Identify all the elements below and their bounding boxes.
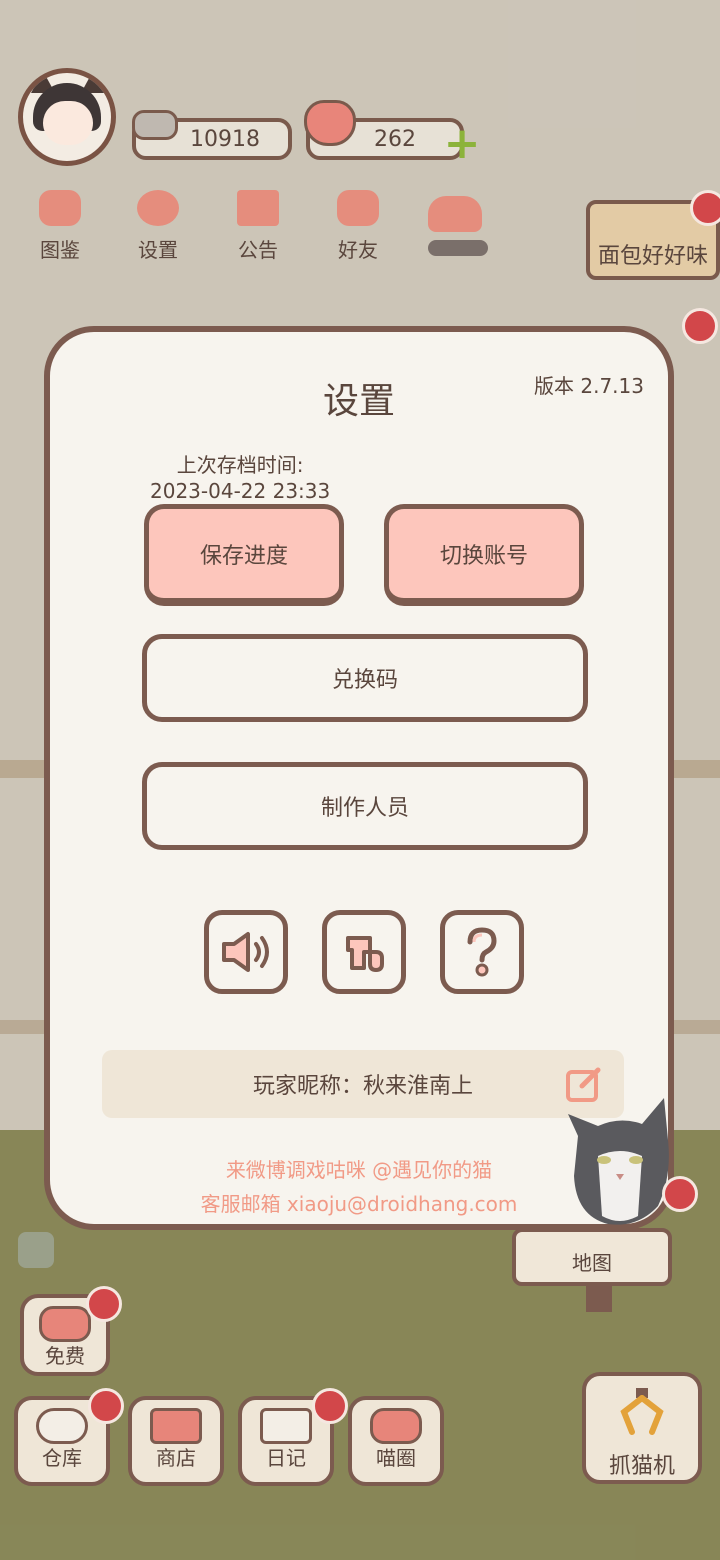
switch-account-label: 切换账号 [439,543,528,569]
hearts-icon[interactable] [428,196,482,232]
credits-button[interactable]: 制作人员 [142,762,588,850]
notification-dot [682,308,718,344]
cloud-icon[interactable] [18,1232,54,1268]
gear-icon [137,190,179,226]
version-label: 版本 2.7.13 [534,374,644,398]
storage-icon [36,1408,88,1444]
switch-account-button[interactable]: 切换账号 [384,504,584,606]
music-icon [346,936,384,972]
notification-dot [312,1388,348,1424]
nickname-text: 玩家昵称：秋来淮南上 [252,1074,473,1099]
friends-icon [337,190,379,226]
help-icon [467,927,497,977]
cat-planet-icon [370,1408,422,1444]
menu-label: 公告 [238,238,278,262]
claw-icon [620,1388,664,1435]
menu-friends[interactable]: 好友 [318,190,398,263]
plus-icon[interactable]: + [442,122,482,166]
menu-label: 设置 [138,238,178,262]
diary-label: 日记 [266,1446,306,1470]
collapsed-bar[interactable] [428,240,488,256]
shop-label: 商店 [156,1446,196,1470]
player-avatar[interactable] [18,68,116,166]
free-label: 免费 [45,1344,85,1368]
notification-dot [88,1388,124,1424]
last-save-info: 上次存档时间: 2023-04-22 23:33 [150,452,330,504]
help-button[interactable] [440,910,524,994]
cat-face-icon [39,190,81,226]
meow-circle-label: 喵圈 [376,1446,416,1470]
cat-photo [568,1098,669,1225]
settings-dialog: 设置 版本 2.7.13 上次存档时间: 2023-04-22 23:33 保存… [44,326,674,1230]
notification-dot [662,1176,698,1212]
sound-icon [222,932,269,972]
notification-dot [690,190,720,226]
fish-icon [132,110,178,140]
credits-label: 制作人员 [320,796,409,821]
fish-count: 10918 [190,126,260,152]
sound-toggle-button[interactable] [204,910,288,994]
map-post [586,1282,612,1312]
save-progress-button[interactable]: 保存进度 [144,504,344,606]
bread-sign-label: 面包好好味 [597,244,708,269]
heart-count: 262 [374,126,416,152]
shop-icon [150,1408,202,1444]
redeem-code-button[interactable]: 兑换码 [142,634,588,722]
last-save-time: 2023-04-22 23:33 [150,479,331,503]
music-toggle-button[interactable] [322,910,406,994]
nickname-bar[interactable]: 玩家昵称：秋来淮南上 [102,1050,624,1118]
meow-circle-button[interactable]: 喵圈 [348,1396,444,1486]
claw-machine-button[interactable]: 抓猫机 [582,1372,702,1484]
menu-label: 好友 [338,238,378,262]
notification-dot [86,1286,122,1322]
menu-announcement[interactable]: 公告 [218,190,298,263]
menu-label: 图鉴 [40,238,80,262]
storage-label: 仓库 [42,1446,82,1470]
shop-button[interactable]: 商店 [128,1396,224,1486]
map-label: 地图 [572,1251,612,1275]
redeem-code-label: 兑换码 [331,668,398,693]
menu-settings[interactable]: 设置 [118,190,198,263]
heart-icon [304,100,356,146]
gift-icon [237,190,279,226]
avatar-face [43,101,93,145]
diary-icon [260,1408,312,1444]
last-save-label: 上次存档时间: [176,453,304,477]
map-sign[interactable]: 地图 [512,1228,672,1286]
save-progress-label: 保存进度 [199,543,288,569]
menu-collection[interactable]: 图鉴 [20,190,100,263]
heart-face-icon [39,1306,91,1342]
claw-machine-label: 抓猫机 [608,1454,675,1479]
